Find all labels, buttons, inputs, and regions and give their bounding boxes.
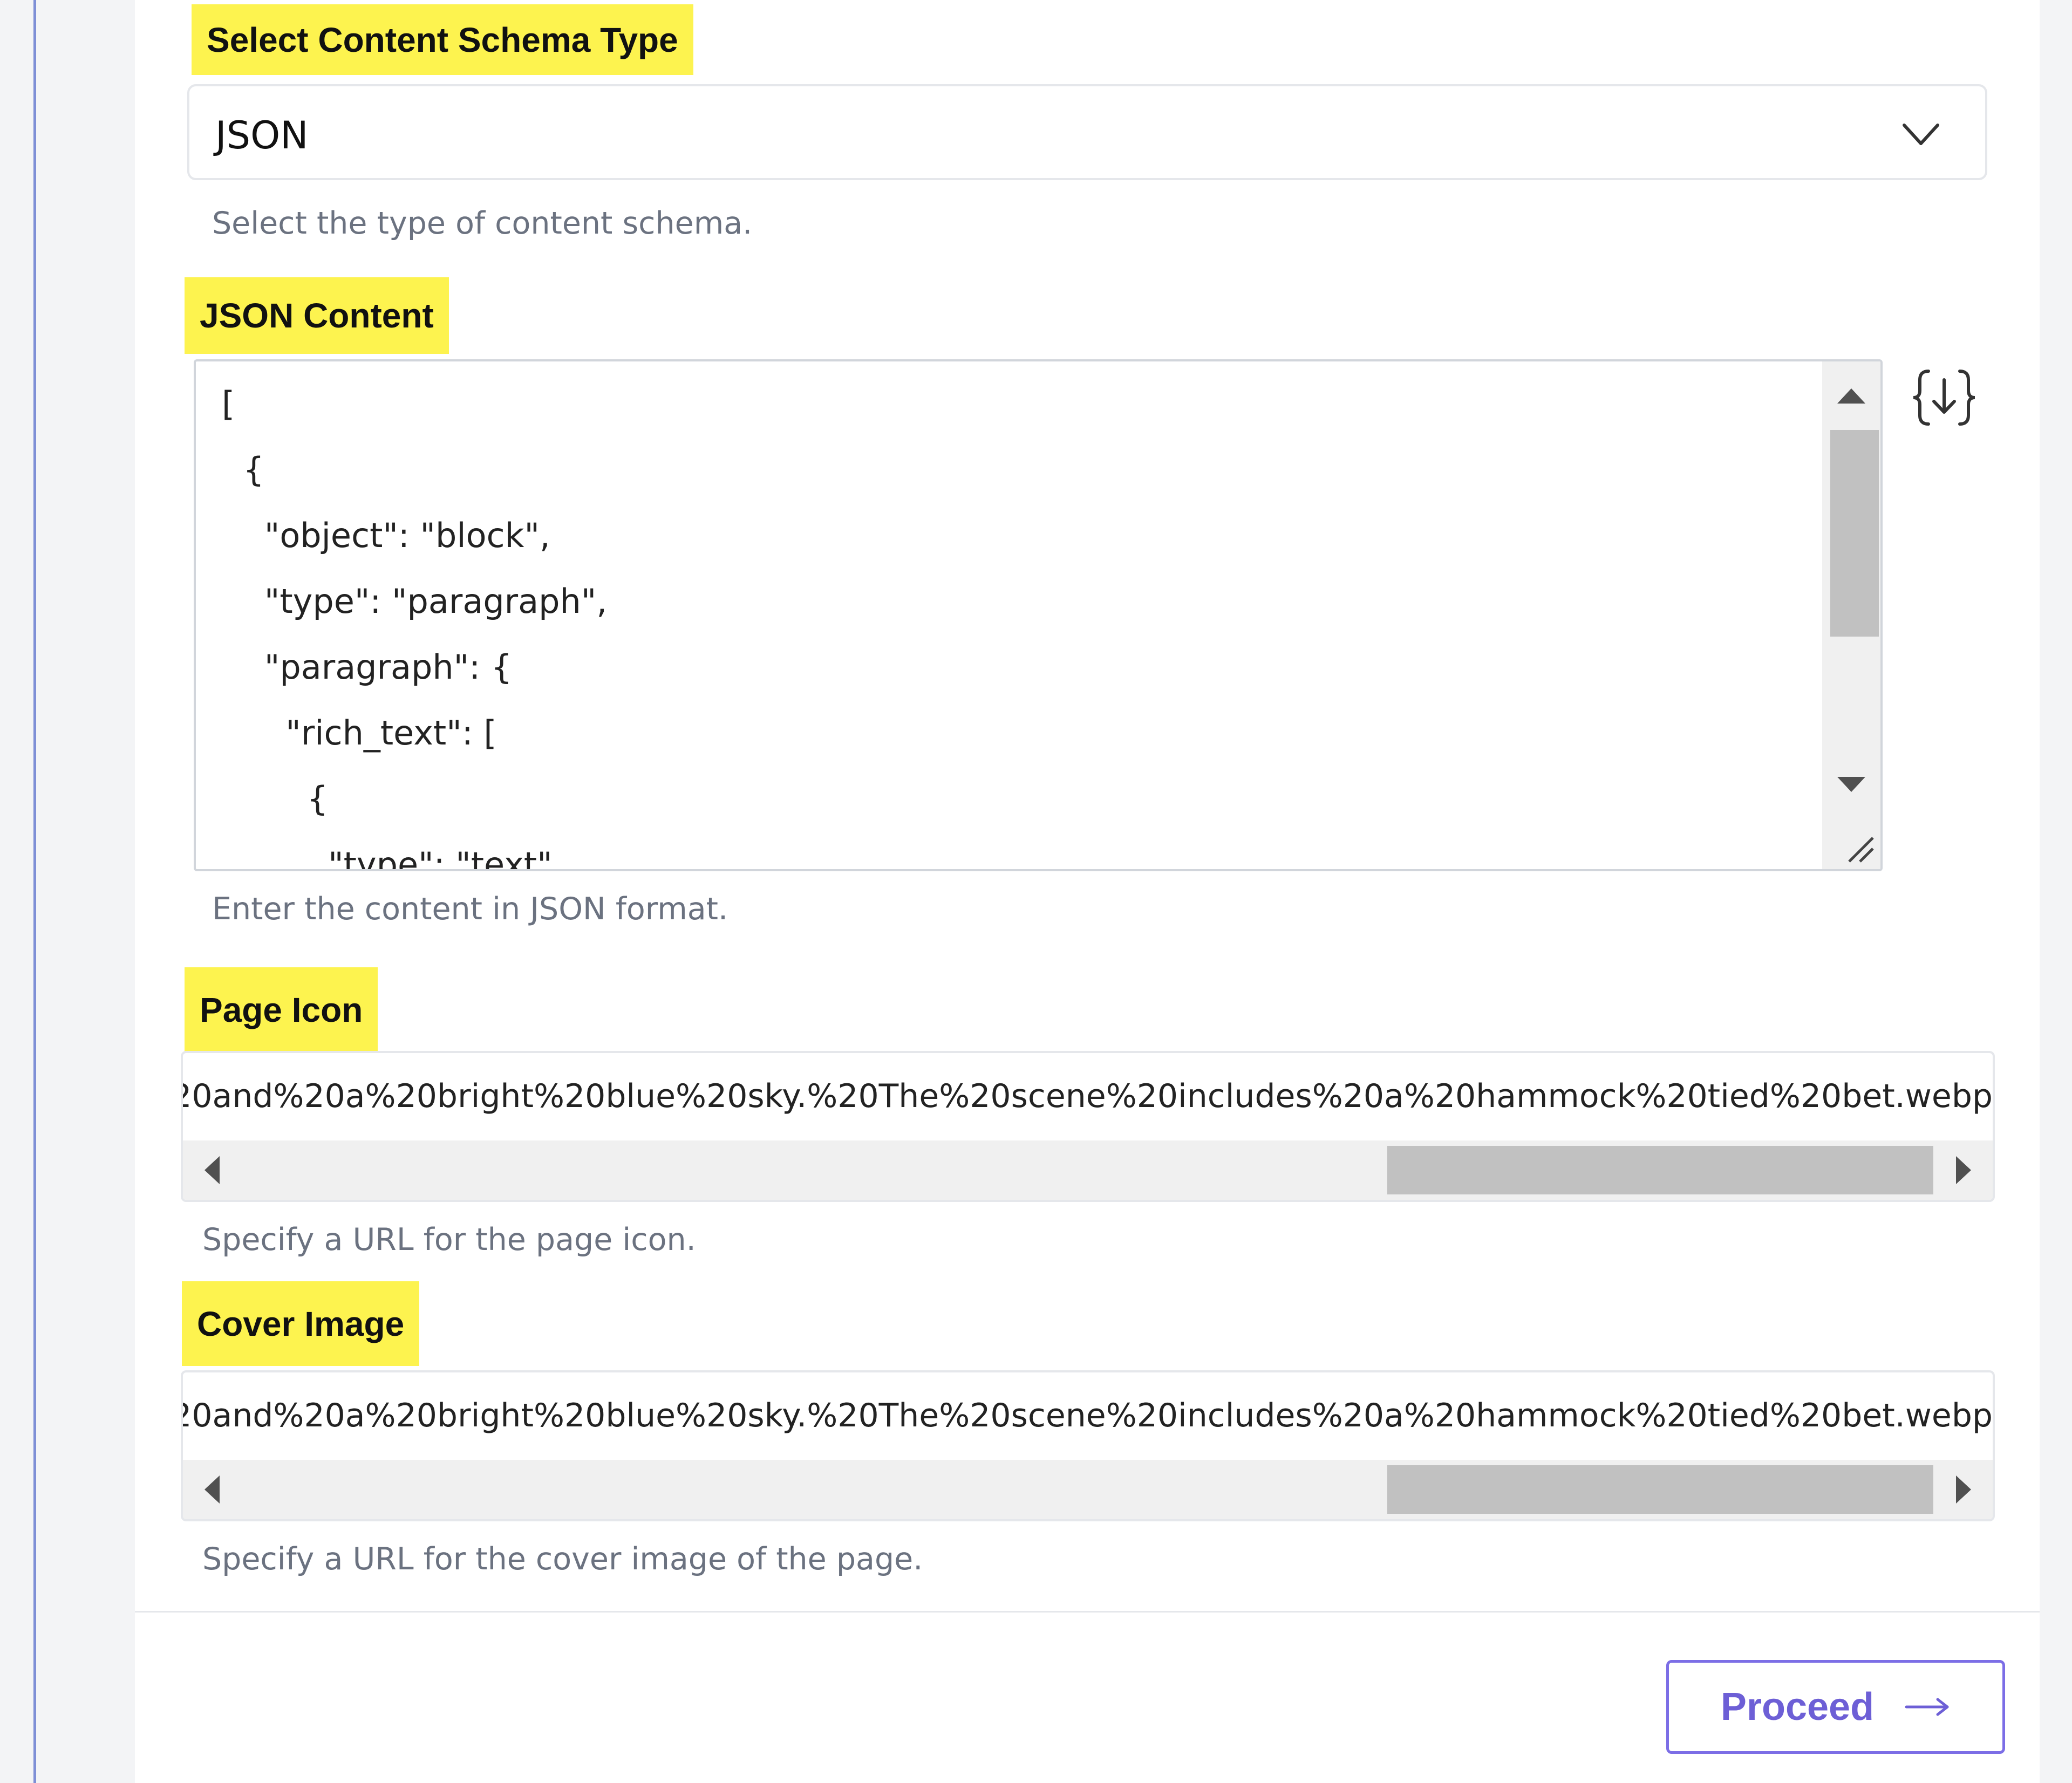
left-accent-line xyxy=(33,0,36,1783)
json-scroll-thumb[interactable] xyxy=(1830,430,1879,637)
json-vertical-scrollbar[interactable] xyxy=(1822,361,1880,869)
scroll-up-arrow-icon[interactable] xyxy=(1837,388,1865,404)
json-import-icon[interactable] xyxy=(1910,368,1978,427)
footer-divider xyxy=(135,1611,2040,1613)
page-icon-url: .20and%20a%20bright%20blue%20sky.%20The%… xyxy=(181,1077,1993,1115)
scroll-left-arrow-icon[interactable] xyxy=(205,1475,220,1504)
cover-image-url: .20and%20a%20bright%20blue%20sky.%20The%… xyxy=(181,1397,1993,1434)
schema-type-label: Select Content Schema Type xyxy=(192,4,693,75)
cover-image-scroll-thumb[interactable] xyxy=(1387,1465,1933,1514)
proceed-label: Proceed xyxy=(1720,1685,1875,1729)
arrow-right-icon xyxy=(1905,1698,1949,1716)
cover-image-horizontal-scrollbar[interactable] xyxy=(183,1460,1993,1519)
json-content-text: [ { "object": "block", "type": "paragrap… xyxy=(222,384,608,871)
cover-image-label: Cover Image xyxy=(182,1281,420,1366)
page-icon-horizontal-scrollbar[interactable] xyxy=(183,1140,1993,1200)
json-content-textarea[interactable]: [ { "object": "block", "type": "paragrap… xyxy=(194,359,1883,871)
page-icon-scroll-thumb[interactable] xyxy=(1387,1146,1933,1194)
schema-type-helper: Select the type of content schema. xyxy=(212,206,753,241)
scroll-right-arrow-icon[interactable] xyxy=(1956,1156,1971,1184)
page-icon-label: Page Icon xyxy=(185,967,378,1052)
scroll-right-arrow-icon[interactable] xyxy=(1956,1475,1971,1504)
scroll-left-arrow-icon[interactable] xyxy=(205,1156,220,1184)
schema-type-value: JSON xyxy=(215,113,309,158)
cover-image-helper: Specify a URL for the cover image of the… xyxy=(202,1541,923,1577)
json-content-helper: Enter the content in JSON format. xyxy=(212,891,728,927)
proceed-button[interactable]: Proceed xyxy=(1666,1660,2005,1754)
schema-type-select[interactable]: JSON xyxy=(187,84,1987,180)
cover-image-input[interactable]: .20and%20a%20bright%20blue%20sky.%20The%… xyxy=(181,1370,1995,1521)
resize-handle-icon[interactable] xyxy=(1845,834,1875,864)
page-icon-helper: Specify a URL for the page icon. xyxy=(202,1222,696,1258)
scroll-down-arrow-icon[interactable] xyxy=(1837,777,1865,792)
chevron-down-icon xyxy=(1903,124,1939,145)
page-icon-input[interactable]: .20and%20a%20bright%20blue%20sky.%20The%… xyxy=(181,1051,1995,1202)
json-content-label: JSON Content xyxy=(185,277,449,354)
